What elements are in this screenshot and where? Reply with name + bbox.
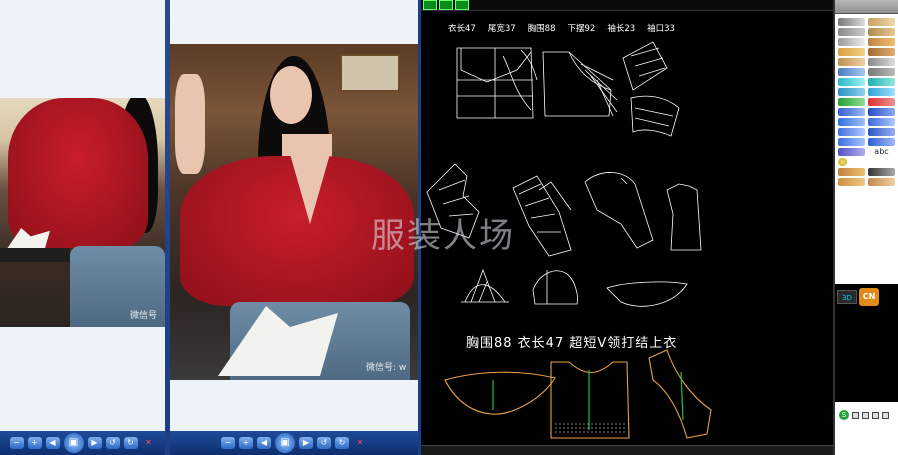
photo-watermark: 微信号 (130, 311, 158, 321)
text-tool-abc[interactable]: abc (868, 148, 895, 156)
language-cn-button[interactable]: CN (859, 288, 879, 306)
copy-tool-icon[interactable] (868, 108, 895, 116)
layout-tool-icon[interactable] (868, 138, 895, 146)
screen: 微信号 − + ◀ ▣ ▶ ↺ ↻ ✕ 微信号: w − + ◀ ▣ ▶ ↺ ↻… (0, 0, 898, 455)
sleeve-cap-grid (461, 268, 509, 303)
grain-line (680, 371, 684, 421)
peplum-arc (606, 281, 688, 307)
face (270, 66, 312, 124)
ease-tool-icon[interactable] (868, 178, 895, 186)
join-tool-icon[interactable] (868, 88, 895, 96)
viewer-toolbar-middle: − + ◀ ▣ ▶ ↺ ↻ ✕ (170, 431, 418, 455)
curve-tool-icon[interactable] (868, 18, 895, 26)
align-tool-icon[interactable] (868, 118, 895, 126)
palette-status-icons: S (835, 405, 898, 425)
fold-tool-icon[interactable] (838, 178, 865, 186)
rotate-right-icon[interactable]: ↻ (335, 437, 349, 449)
red-shirt-back (8, 98, 148, 248)
actual-size-icon[interactable]: ▣ (275, 433, 295, 453)
cad-canvas[interactable]: 衣长47 尾宽37 胸围88 下摆92 袖长23 袖口33 服装人场 胸围88 … (371, 0, 833, 455)
keyboard-icon[interactable] (872, 411, 879, 419)
rotate-tool-icon[interactable] (868, 58, 895, 66)
pleat-tool-icon[interactable] (838, 48, 865, 56)
site-watermark: 服装人场 (371, 216, 515, 256)
moon-icon[interactable] (852, 411, 859, 419)
annotate-tool-icon[interactable] (838, 158, 847, 166)
sleeve-pieces (622, 41, 680, 137)
close-icon[interactable]: ✕ (353, 437, 367, 449)
wall-picture (340, 54, 400, 92)
grid-icon[interactable] (882, 411, 889, 419)
rotate-right-icon[interactable]: ↻ (123, 437, 138, 449)
notch-tool-icon[interactable] (868, 48, 895, 56)
small-sleeve-piece (532, 270, 578, 305)
palette-header (835, 0, 898, 14)
marker-tool-icon[interactable] (838, 138, 865, 146)
slashed-fan-right (512, 175, 572, 257)
rotate-left-icon[interactable]: ↺ (317, 437, 331, 449)
tool-palette: abc 3D CN S (833, 0, 898, 455)
tool-grid: abc (835, 14, 898, 190)
scale-tool-icon[interactable] (838, 118, 865, 126)
photo-back-view: 微信号 (0, 98, 165, 327)
previous-icon[interactable]: ◀ (45, 437, 60, 449)
zoom-out-icon[interactable]: − (221, 437, 235, 449)
mirror-tool-icon[interactable] (838, 78, 865, 86)
zoom-out-icon[interactable]: − (9, 437, 24, 449)
raised-arm (175, 74, 205, 174)
front-panel-slashed (542, 51, 618, 117)
sleeve-final (648, 349, 712, 439)
hole-tool-icon[interactable] (868, 128, 895, 136)
photo-viewer-left: 微信号 − + ◀ ▣ ▶ ↺ ↻ ✕ (0, 0, 165, 455)
button-tool-icon[interactable] (838, 128, 865, 136)
next-icon[interactable]: ▶ (299, 437, 313, 449)
ruler-tool-icon[interactable] (838, 18, 865, 26)
triangle-tool-icon[interactable] (838, 168, 865, 176)
delete-tool-icon[interactable] (868, 98, 895, 106)
rotate-left-icon[interactable]: ↺ (105, 437, 120, 449)
curved-collar-piece (584, 172, 654, 249)
bodice-back-piece (666, 183, 702, 251)
pattern-draft-block (456, 47, 538, 119)
measure-tool-icon[interactable] (868, 28, 895, 36)
dart-tool-icon[interactable] (868, 38, 895, 46)
front-bodice-final (550, 361, 630, 439)
pen-tool-icon[interactable] (838, 148, 865, 156)
cad-status-bar (421, 445, 833, 455)
line-tool-icon[interactable] (838, 28, 865, 36)
split-tool-icon[interactable] (838, 98, 865, 106)
offset-tool-icon[interactable] (838, 38, 865, 46)
zoom-in-icon[interactable]: + (27, 437, 42, 449)
seam-tool-icon[interactable] (868, 68, 895, 76)
slash-tool-icon[interactable] (838, 58, 865, 66)
hem-arc-piece (444, 371, 556, 415)
trace-tool-icon[interactable] (838, 108, 865, 116)
arc-tool-icon[interactable] (868, 78, 895, 86)
zoom-in-icon[interactable]: + (239, 437, 253, 449)
status-s-icon[interactable]: S (839, 410, 849, 420)
move-tool-icon[interactable] (838, 88, 865, 96)
previous-icon[interactable]: ◀ (257, 437, 271, 449)
3d-view-button[interactable]: 3D (837, 290, 857, 304)
viewer-toolbar-left: − + ◀ ▣ ▶ ↺ ↻ ✕ (0, 431, 165, 455)
photo-watermark: 微信号: w (366, 363, 407, 373)
pattern-title: 胸围88 衣长47 超短V领打结上衣 (466, 336, 678, 351)
next-icon[interactable]: ▶ (87, 437, 102, 449)
settings-icon[interactable] (862, 411, 869, 419)
grade-tool-icon[interactable] (838, 68, 865, 76)
grid-tool-icon[interactable] (868, 168, 895, 176)
actual-size-icon[interactable]: ▣ (63, 433, 84, 453)
close-icon[interactable]: ✕ (142, 437, 156, 449)
